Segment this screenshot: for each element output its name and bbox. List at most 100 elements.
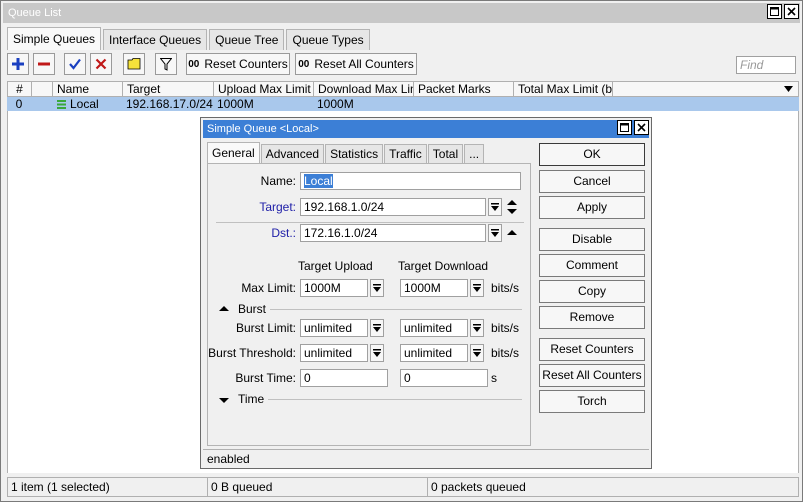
burst-section-label: Burst [238, 302, 267, 316]
burst-limit-download-input[interactable]: unlimited [400, 319, 468, 337]
table-row[interactable]: 0 Local 192.168.17.0/24 1000M 1000M [7, 97, 799, 111]
status-items: 1 item (1 selected) [8, 478, 208, 496]
target-upload-header: Target Upload [298, 259, 373, 273]
counter-icon: 00 [298, 58, 310, 70]
add-button[interactable] [7, 53, 29, 75]
burst-limit-upload-dropdown-icon[interactable] [370, 319, 384, 337]
target-label: Target: [259, 200, 296, 214]
filter-icon [160, 57, 172, 71]
col-flag[interactable] [32, 82, 53, 96]
burst-time-unit: s [491, 371, 497, 385]
col-packet-marks[interactable]: Packet Marks [414, 82, 514, 96]
row-flag [31, 97, 52, 111]
max-limit-download-dropdown-icon[interactable] [470, 279, 484, 297]
dst-label: Dst.: [271, 226, 296, 240]
target-input[interactable]: 192.168.1.0/24 [300, 198, 486, 216]
burst-threshold-upload-dropdown-icon[interactable] [370, 344, 384, 362]
copy-button[interactable]: Copy [539, 280, 645, 303]
max-limit-upload-input[interactable]: 1000M [300, 279, 368, 297]
disable-button[interactable] [90, 53, 112, 75]
window-titlebar[interactable]: Queue List [3, 3, 800, 23]
dst-collapse-icon[interactable] [506, 226, 518, 241]
enable-button[interactable] [64, 53, 86, 75]
tab-statistics[interactable]: Statistics [325, 144, 384, 163]
toolbar: 00 Reset Counters 00 Reset All Counters [7, 53, 799, 77]
comment-button[interactable] [123, 53, 145, 75]
burst-threshold-download-input[interactable]: unlimited [400, 344, 468, 362]
dialog-title: Simple Queue <Local> [207, 123, 319, 135]
dialog-titlebar[interactable]: Simple Queue <Local> [203, 120, 649, 138]
tab-general[interactable]: General [207, 142, 260, 163]
dialog-tabs: General Advanced Statistics Traffic Tota… [207, 142, 485, 163]
check-icon [69, 58, 81, 70]
tab-more[interactable]: ... [464, 144, 485, 163]
max-limit-download-input[interactable]: 1000M [400, 279, 468, 297]
reset-counters-button[interactable]: 00 Reset Counters [186, 53, 290, 75]
reset-all-counters-button[interactable]: Reset All Counters [539, 364, 645, 387]
close-icon[interactable] [784, 4, 799, 19]
tab-simple-queues[interactable]: Simple Queues [7, 27, 102, 50]
reset-counters-button[interactable]: Reset Counters [539, 338, 645, 361]
burst-time-upload-input[interactable]: 0 [300, 369, 388, 387]
target-dropdown-icon[interactable] [488, 198, 502, 216]
col-upload[interactable]: Upload Max Limit [214, 82, 314, 96]
table-header: # Name Target Upload Max Limit Download … [7, 81, 799, 97]
remove-button[interactable]: Remove [539, 306, 645, 329]
tab-advanced[interactable]: Advanced [260, 144, 325, 163]
status-queued: 0 B queued [208, 478, 428, 496]
dialog-maximize-icon[interactable] [617, 120, 632, 135]
burst-collapse-icon[interactable] [218, 303, 230, 317]
comment-button[interactable]: Comment [539, 254, 645, 277]
queue-icon [57, 99, 66, 109]
find-input[interactable]: Find [736, 56, 796, 74]
burst-separator [270, 309, 522, 310]
max-limit-upload-dropdown-icon[interactable] [370, 279, 384, 297]
burst-time-download-input[interactable]: 0 [400, 369, 488, 387]
queue-tabs: Simple Queues Interface Queues Queue Tre… [7, 27, 372, 50]
disable-button[interactable]: Disable [539, 228, 645, 251]
col-total-max-limit[interactable]: Total Max Limit (bi... [514, 82, 613, 96]
max-limit-unit: bits/s [491, 281, 520, 295]
dialog-status: enabled [203, 449, 649, 467]
dst-input[interactable]: 172.16.1.0/24 [300, 224, 486, 242]
burst-threshold-upload-input[interactable]: unlimited [300, 344, 368, 362]
col-target[interactable]: Target [123, 82, 214, 96]
burst-limit-download-dropdown-icon[interactable] [470, 319, 484, 337]
status-packets: 0 packets queued [431, 480, 526, 494]
reset-all-counters-button[interactable]: 00 Reset All Counters [295, 53, 417, 75]
col-download[interactable]: Download Max Limit [314, 82, 414, 96]
minus-icon [38, 62, 50, 66]
target-download-header: Target Download [398, 259, 489, 273]
window-title: Queue List [8, 7, 62, 19]
remove-button[interactable] [33, 53, 55, 75]
burst-threshold-unit: bits/s [491, 346, 520, 360]
burst-limit-upload-input[interactable]: unlimited [300, 319, 368, 337]
burst-threshold-download-dropdown-icon[interactable] [470, 344, 484, 362]
plus-icon [12, 58, 24, 70]
apply-button[interactable]: Apply [539, 196, 645, 219]
name-input[interactable]: Local [300, 172, 521, 190]
filter-button[interactable] [155, 53, 177, 75]
col-name[interactable]: Name [53, 82, 123, 96]
tab-traffic[interactable]: Traffic [384, 144, 427, 163]
col-num[interactable]: # [8, 82, 32, 96]
time-expand-icon[interactable] [218, 394, 230, 408]
burst-limit-unit: bits/s [491, 321, 520, 335]
maximize-icon[interactable] [767, 4, 782, 19]
tab-queue-types[interactable]: Queue Types [286, 29, 370, 50]
general-panel: Name: Local Target: 192.168.1.0/24 Dst.:… [207, 163, 531, 446]
col-spacer [613, 82, 779, 96]
tab-total[interactable]: Total [427, 144, 464, 163]
dst-dropdown-icon[interactable] [488, 224, 502, 242]
time-section-label: Time [238, 392, 265, 406]
separator [216, 222, 524, 223]
tab-queue-tree[interactable]: Queue Tree [209, 29, 285, 50]
dialog-close-icon[interactable] [634, 120, 649, 135]
target-up-down-icon[interactable] [506, 197, 518, 220]
burst-limit-label: Burst Limit: [235, 321, 296, 335]
tab-interface-queues[interactable]: Interface Queues [103, 29, 208, 50]
ok-button[interactable]: OK [539, 143, 645, 166]
column-menu-icon[interactable] [779, 82, 797, 96]
cancel-button[interactable]: Cancel [539, 170, 645, 193]
torch-button[interactable]: Torch [539, 390, 645, 413]
